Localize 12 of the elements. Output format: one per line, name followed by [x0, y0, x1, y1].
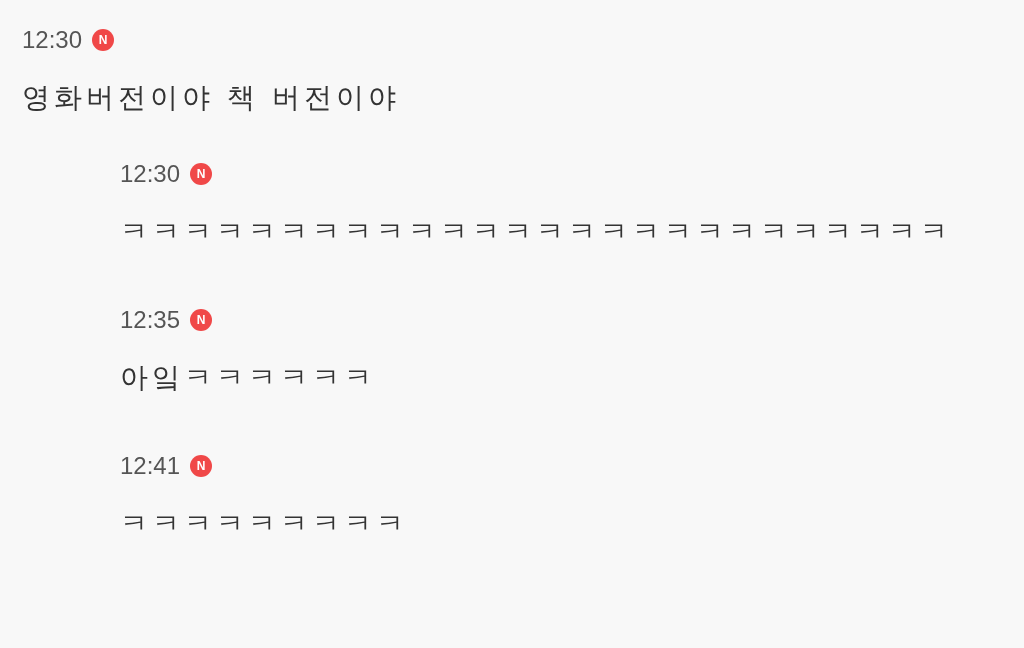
reply-time: 12:41 [120, 452, 181, 480]
reply-text: 아잌ㅋㅋㅋㅋㅋㅋ [120, 360, 377, 396]
reply-text: ㅋㅋㅋㅋㅋㅋㅋㅋㅋ [120, 506, 409, 542]
comment-text: 영화버전이야 책 버전이야 [22, 80, 401, 116]
reply-time: 12:35 [120, 306, 181, 334]
new-badge: N [92, 29, 115, 51]
new-badge: N [190, 163, 213, 185]
new-badge: N [190, 455, 213, 477]
reply-time: 12:30 [120, 160, 181, 188]
new-badge: N [190, 309, 213, 331]
comment-time: 12:30 [22, 26, 83, 54]
reply-text: ㅋㅋㅋㅋㅋㅋㅋㅋㅋㅋㅋㅋㅋㅋㅋㅋㅋㅋㅋㅋㅋㅋㅋㅋㅋㅋ [120, 214, 953, 250]
